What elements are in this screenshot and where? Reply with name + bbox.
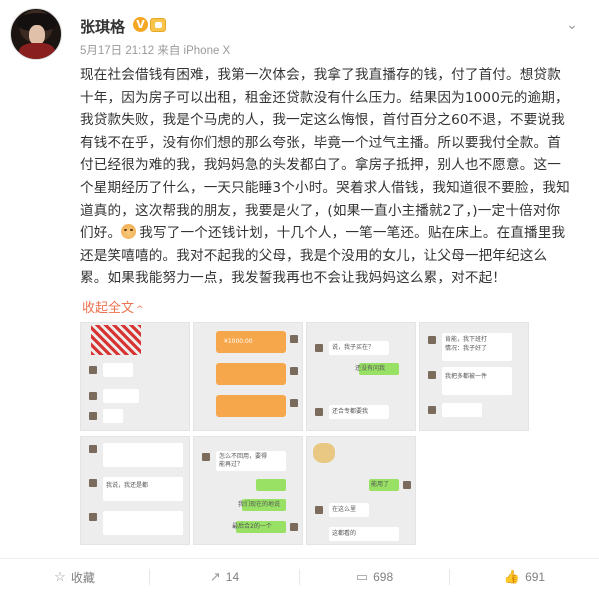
chat-text: 还没有问我 (355, 365, 386, 372)
post-line-part: 我写了一个还钱计划，十几个人，一笔一笔还。贴在床上。在直播里我 (139, 225, 566, 242)
post-line: 付已经很为难的我，我妈妈急的头发都白了。拿房子抵押，别人也不愿意。这一 (80, 157, 562, 174)
post-line: 十年，因为房子可以出租，租金还贷款没有什么压力。结果因为1000元的逾期， (80, 89, 569, 106)
chat-bubble (442, 367, 512, 395)
chat-text: 最后合2的一个 (232, 523, 272, 530)
chat-avatar (290, 335, 298, 343)
image-thumbnail[interactable]: ¥1000.00 (193, 322, 303, 431)
image-thumbnail[interactable]: 能用了 在这么里 这都看的 (306, 436, 416, 545)
chat-text: 我说，我还是都 (106, 482, 149, 489)
transfer-bubble (216, 395, 286, 417)
chat-bubble (103, 389, 139, 403)
post-line: 现在社会借钱有困难，我第一次体会，我拿了我直播存的钱，付了首付。想贷款 (80, 67, 562, 83)
comment-button[interactable]: ▭ 698 (300, 559, 449, 595)
post-line: 们好。 我写了一个还钱计划，十几个人，一笔一笔还。贴在床上。在直播里我 (80, 222, 586, 245)
thumbs-up-icon: 👍 (503, 569, 521, 584)
comment-icon: ▭ (355, 569, 369, 584)
chat-text: 还合专都要我 (332, 408, 369, 415)
chat-text: 说，我子买在？ (332, 344, 375, 351)
like-count: 691 (525, 570, 546, 584)
post-line: 个星期经历了什么，一天只能睡3个小时。哭着求人借钱，我知道很不要脸，我知 (80, 179, 570, 196)
star-icon: ☆ (54, 569, 66, 584)
verified-icon: V (133, 17, 148, 32)
favorite-label: 收藏 (70, 570, 95, 585)
image-thumbnail[interactable] (80, 322, 190, 431)
image-thumbnail[interactable]: 怎么不回用，要得 能再过？ 我们现在的地说 最后合2的一个 (193, 436, 303, 545)
post-line: 有钱不在乎，没有你们想的那么夸张，毕竟一个过气主播。所以要我付全款。首 (80, 134, 562, 151)
chat-text: 这都看的 (332, 530, 357, 537)
chat-avatar (89, 392, 97, 400)
chat-text: 肯能，我下班打 (445, 336, 488, 343)
image-thumbnail[interactable]: 我说，我还是都 (80, 436, 190, 545)
chat-avatar (428, 336, 436, 344)
post-line: 还是笑嘻嘻的。我对不起我的父母，我是个没用的女儿，让父母一把年纪这么 (80, 247, 548, 264)
repost-icon: ↗ (209, 569, 221, 584)
chat-text: 我把多都被一件 (445, 373, 488, 380)
transfer-amount: ¥1000.00 (224, 338, 253, 345)
chat-avatar (89, 513, 97, 521)
chat-avatar (290, 399, 298, 407)
avatar-coat-shape (19, 43, 55, 59)
user-avatar[interactable] (10, 8, 62, 60)
action-bar: ☆ 收藏 ↗ 14 ▭ 698 👍 691 (0, 559, 599, 595)
username[interactable]: 张琪格 (80, 16, 125, 37)
chat-text: 在这么里 (332, 506, 357, 513)
post-line-part: 们好。 (80, 225, 122, 242)
chat-text: 能再过？ (219, 461, 244, 468)
chat-avatar (89, 479, 97, 487)
transfer-bubble (216, 363, 286, 385)
more-options-icon[interactable]: ⌄ (563, 16, 581, 34)
chat-bubble (103, 511, 183, 535)
chat-bubble (442, 403, 482, 417)
chat-avatar (428, 371, 436, 379)
post-meta: 5月17日 21:12 来自 iPhone X (80, 45, 231, 57)
chat-text: 情况：我子好了 (445, 345, 488, 352)
like-button[interactable]: 👍 691 (450, 559, 599, 595)
collapse-text-link[interactable]: 收起全文 ^ (82, 297, 144, 316)
favorite-button[interactable]: ☆ 收藏 (0, 559, 149, 595)
chat-avatar (89, 366, 97, 374)
chat-avatar (315, 506, 323, 514)
chat-avatar (290, 367, 298, 375)
chat-avatar (89, 445, 97, 453)
chat-avatar (315, 408, 323, 416)
sticker-image (313, 443, 335, 463)
image-thumbnail[interactable]: 说，我子买在？ 还没有问我 还合专都要我 (306, 322, 416, 431)
chat-bubble (103, 363, 133, 377)
collapse-label: 收起全文 (82, 301, 135, 316)
chat-avatar (428, 406, 436, 414)
post-line: 累。如果我能努力一点，我发誓我再也不会让我妈妈这么累，对不起！ (80, 270, 507, 287)
image-grid: ¥1000.00 说，我子买在？ 还没有问我 还合专都要我 肯能，我下班打 情况… (80, 322, 532, 548)
emoji-icon (121, 224, 137, 240)
chat-bubble (103, 409, 123, 423)
redaction-scribble (91, 325, 141, 355)
chevron-up-icon: ^ (136, 305, 144, 315)
repost-button[interactable]: ↗ 14 (150, 559, 299, 595)
image-thumbnail[interactable]: 肯能，我下班打 情况：我子好了 我把多都被一件 (419, 322, 529, 431)
post-text: 现在社会借钱有困难，我第一次体会，我拿了我直播存的钱，付了首付。想贷款 十年，因… (80, 64, 586, 290)
chat-text: 我们现在的地说 (238, 501, 281, 508)
chat-avatar (315, 344, 323, 352)
comment-count: 698 (373, 570, 394, 584)
avatar-face-shape (29, 25, 45, 45)
member-badge-icon[interactable] (150, 18, 166, 32)
chat-avatar (290, 523, 298, 531)
weibo-post-card: 张琪格 V 5月17日 21:12 来自 iPhone X ⌄ 现在社会借钱有困… (0, 0, 599, 595)
chat-text: 能用了 (371, 481, 390, 488)
chat-text: 怎么不回用，要得 (219, 453, 268, 460)
chat-bubble-sent (256, 479, 286, 491)
chat-bubble (103, 443, 183, 467)
post-line: 我贷款失败，我是个马虎的人，我一定这么悔恨，首付百分之60不退，不要说我 (80, 112, 565, 129)
repost-count: 14 (225, 570, 240, 584)
post-line: 道真的，这次帮我的朋友，我要是火了，(如果一直小主播就2了，)一定十倍对你 (80, 202, 561, 219)
chat-avatar (403, 481, 411, 489)
chat-avatar (202, 453, 210, 461)
chat-avatar (89, 412, 97, 420)
